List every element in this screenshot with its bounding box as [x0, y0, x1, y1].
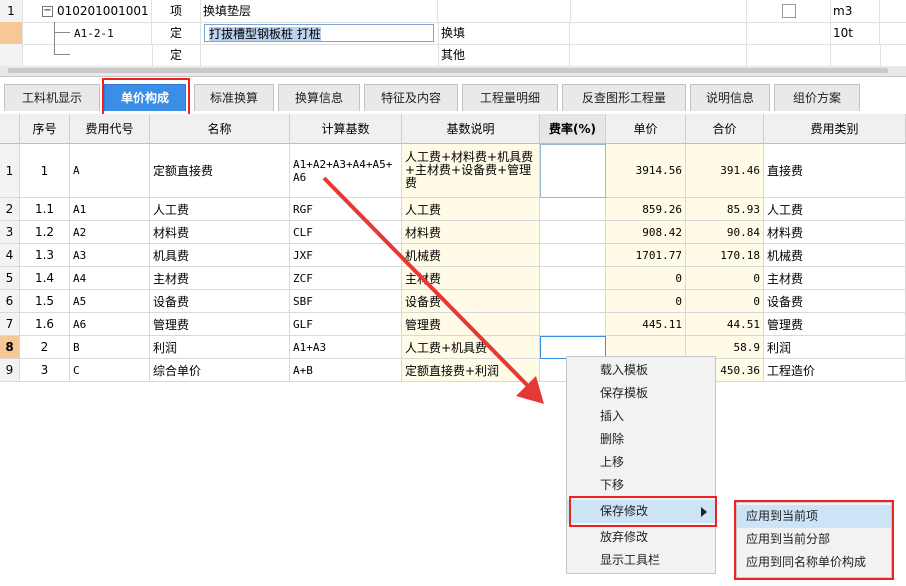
menu-item-save-template[interactable]: 保存模板 — [567, 382, 715, 405]
menu-item-delete[interactable]: 删除 — [567, 428, 715, 451]
submenu-highlight-box — [734, 500, 894, 580]
menu-item-move-down[interactable]: 下移 — [567, 474, 715, 497]
menu-item-insert[interactable]: 插入 — [567, 405, 715, 428]
menu-item-discard-changes[interactable]: 放弃修改 — [567, 526, 715, 549]
menu-highlight-box — [569, 496, 717, 527]
menu-item-show-toolbar[interactable]: 显示工具栏 — [567, 549, 715, 572]
annotation-arrow — [322, 176, 544, 404]
menu-item-move-up[interactable]: 上移 — [567, 451, 715, 474]
context-menu: 载入模板 保存模板 插入 删除 上移 下移 保存修改 放弃修改 显示工具栏 — [566, 356, 716, 574]
menu-item-load-template[interactable]: 载入模板 — [567, 359, 715, 382]
arrow-shaft — [322, 176, 530, 388]
